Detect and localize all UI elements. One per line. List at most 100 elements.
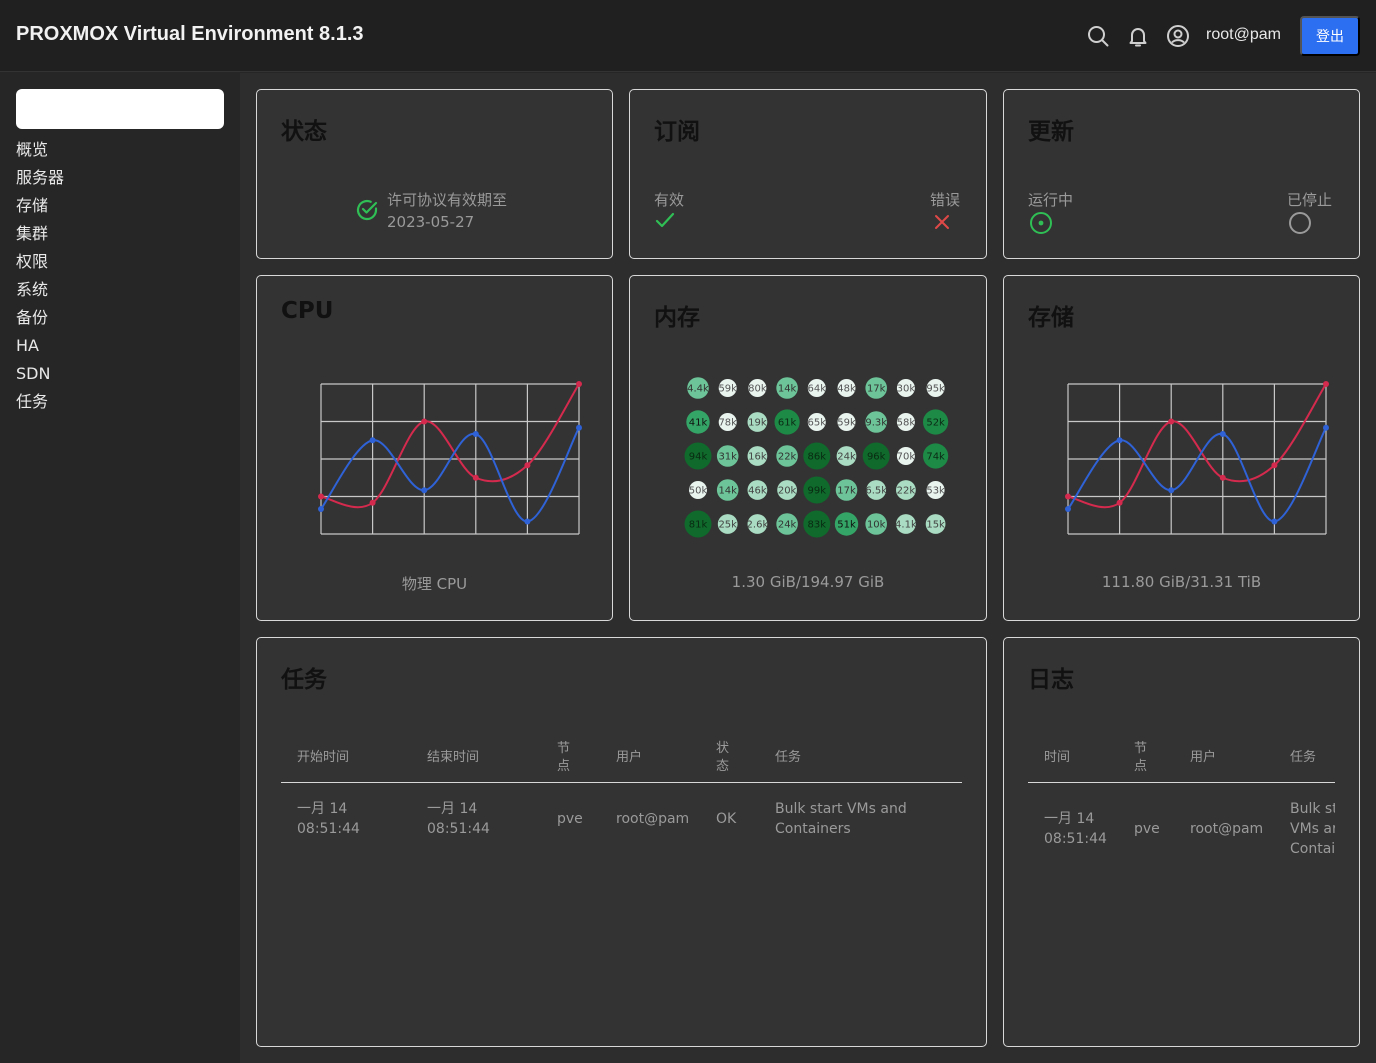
nav-item-tasks[interactable]: 任务 xyxy=(16,391,64,419)
heatmap-label: 17k xyxy=(867,384,886,395)
heatmap-label: 99k xyxy=(808,486,827,497)
data-point xyxy=(1323,424,1329,431)
heatmap-label: 31k xyxy=(718,452,737,463)
cell-user: root@pam xyxy=(616,811,690,827)
heatmap-label: 4.1k xyxy=(895,520,917,531)
data-point xyxy=(1116,437,1123,444)
nav-search-input[interactable] xyxy=(16,89,224,129)
storage-footer: 111.80 GiB/31.31 TiB xyxy=(1101,573,1262,591)
data-point xyxy=(576,381,582,387)
heatmap-label: 59k xyxy=(718,384,737,395)
heatmap-label: 70k xyxy=(897,452,916,463)
nav-item-ha[interactable]: HA xyxy=(16,335,64,363)
heatmap-label: 53k xyxy=(926,486,945,497)
heatmap-label: 30k xyxy=(897,384,916,395)
col-header-node[interactable]: 节点 xyxy=(1134,740,1148,776)
user-avatar-icon[interactable] xyxy=(1166,24,1190,48)
heatmap-label: 6.5k xyxy=(865,486,887,497)
col-header-task[interactable]: 任务 xyxy=(775,749,801,767)
cell-time: 一月 14 08:51:44 xyxy=(1044,811,1107,847)
heatmap-label: 24k xyxy=(837,452,856,463)
data-point xyxy=(1219,474,1226,481)
heatmap-label: 52k xyxy=(926,418,945,429)
nav-item-sdn[interactable]: SDN xyxy=(16,363,64,391)
table-divider xyxy=(281,782,962,783)
heatmap-label: 94k xyxy=(689,452,708,463)
data-point xyxy=(1065,493,1071,500)
heatmap-label: 2.6k xyxy=(747,520,769,531)
cell-user: root@pam xyxy=(1190,821,1264,837)
nav-item-server[interactable]: 服务器 xyxy=(16,167,64,195)
heatmap-label: 58k xyxy=(897,418,916,429)
log-card: 日志 时间 节点 用户 任务 一月 14 08:51:44 pve root@p… xyxy=(1003,637,1360,1047)
card-title: 订阅 xyxy=(654,119,700,145)
col-header-user[interactable]: 用户 xyxy=(616,749,642,767)
stopped-circle-icon xyxy=(1288,211,1312,239)
col-header-node[interactable]: 节点 xyxy=(557,740,571,776)
data-point xyxy=(1219,431,1226,437)
nav-list: 概览 服务器 存储 集群 权限 系统 备份 HA SDN 任务 xyxy=(16,139,64,419)
data-point xyxy=(1323,381,1329,387)
heatmap-label: 14k xyxy=(718,486,737,497)
col-header-end[interactable]: 结束时间 xyxy=(427,749,479,767)
check-circle-icon xyxy=(355,198,379,226)
heatmap-label: 83k xyxy=(808,520,827,531)
nav-item-cluster[interactable]: 集群 xyxy=(16,223,64,251)
cpu-card: CPU 物理 CPU xyxy=(256,275,613,621)
app-title: PROXMOX Virtual Environment 8.1.3 xyxy=(16,23,364,45)
col-header-user[interactable]: 用户 xyxy=(1190,749,1216,767)
cell-task: Bulk start VMs and Containers xyxy=(775,801,907,837)
col-header-start[interactable]: 开始时间 xyxy=(297,749,349,767)
nav-item-backup[interactable]: 备份 xyxy=(16,307,64,335)
heatmap-label: 22k xyxy=(778,452,797,463)
data-point xyxy=(524,518,531,525)
heatmap-label: 20k xyxy=(778,486,797,497)
valid-label: 有效 xyxy=(654,191,685,209)
heatmap-label: 25k xyxy=(718,520,737,531)
stopped-label: 已停止 xyxy=(1287,191,1333,209)
col-header-status[interactable]: 状态 xyxy=(716,740,730,776)
data-point xyxy=(318,493,324,500)
cell-node: pve xyxy=(1134,821,1160,837)
data-point xyxy=(421,487,428,494)
card-title: 任务 xyxy=(281,667,327,693)
col-header-task[interactable]: 任务 xyxy=(1290,749,1316,767)
data-point xyxy=(318,506,324,512)
user-name[interactable]: root@pam xyxy=(1206,26,1281,44)
heatmap-label: 15k xyxy=(926,520,945,531)
table-divider xyxy=(1028,782,1335,783)
cell-end-time: 一月 14 08:51:44 xyxy=(427,801,490,837)
memory-heatmap: 4.4k 59k 80k 14k 64k 48k 17k 30k 95k 41k 78k 19k 61k… xyxy=(684,377,949,538)
data-point xyxy=(472,474,479,481)
search-icon[interactable] xyxy=(1086,24,1110,48)
card-title: 更新 xyxy=(1028,119,1074,145)
card-title: 日志 xyxy=(1028,667,1074,693)
status-card: 状态 许可协议有效期至 2023-05-27 xyxy=(256,89,613,259)
heatmap-label: 50k xyxy=(689,486,708,497)
logout-button[interactable]: 登出 xyxy=(1300,16,1360,56)
cell-status: OK xyxy=(716,811,737,827)
nav-item-overview[interactable]: 概览 xyxy=(16,139,64,167)
nav-item-system[interactable]: 系统 xyxy=(16,279,64,307)
col-header-time[interactable]: 时间 xyxy=(1044,749,1070,767)
heatmap-label: 80k xyxy=(748,384,767,395)
card-title: 存储 xyxy=(1028,305,1074,331)
data-point xyxy=(472,431,479,437)
nav-item-storage[interactable]: 存储 xyxy=(16,195,64,223)
nav-item-permissions[interactable]: 权限 xyxy=(16,251,64,279)
heatmap-label: 65k xyxy=(808,418,827,429)
data-point xyxy=(1168,418,1175,425)
data-point xyxy=(1065,506,1071,512)
license-label: 许可协议有效期至 xyxy=(387,191,508,209)
bell-icon[interactable] xyxy=(1126,24,1150,48)
heatmap-label: 24k xyxy=(778,520,797,531)
error-label: 错误 xyxy=(930,191,961,209)
memory-footer: 1.30 GiB/194.97 GiB xyxy=(731,573,885,591)
heatmap-label: 59k xyxy=(837,418,856,429)
data-point xyxy=(369,437,376,444)
heatmap-label: 86k xyxy=(808,452,827,463)
check-icon xyxy=(655,212,675,234)
sidebar: 概览 服务器 存储 集群 权限 系统 备份 HA SDN 任务 xyxy=(0,73,240,1063)
cpu-line-chart xyxy=(318,381,582,535)
data-point xyxy=(421,418,428,425)
